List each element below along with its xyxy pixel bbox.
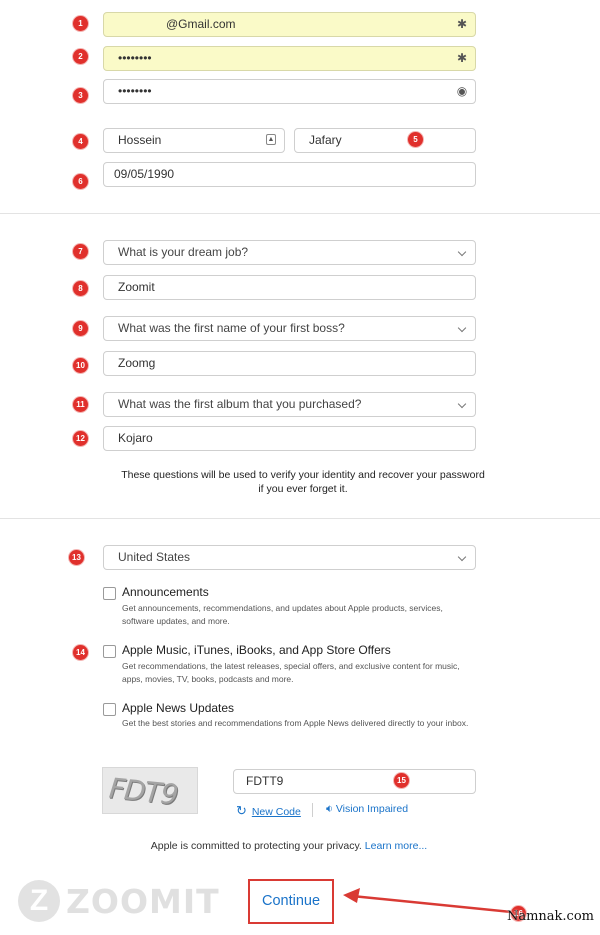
badge-11: 11 <box>73 397 88 412</box>
chevron-down-icon <box>457 399 467 409</box>
badge-5: 5 <box>408 132 423 147</box>
first-name-field[interactable]: Hossein ▲ <box>103 128 285 153</box>
security-question-1-select[interactable]: What is your dream job? <box>103 240 476 265</box>
chevron-down-icon <box>457 247 467 257</box>
subscription-desc: Get recommendations, the latest releases… <box>122 661 460 684</box>
new-code-label: New Code <box>251 806 301 818</box>
captcha-text: FDT9 <box>107 771 180 812</box>
security-question-3: What was the first album that you purcha… <box>118 397 362 411</box>
announcements-checkbox[interactable] <box>103 587 116 600</box>
badge-14: 14 <box>73 645 88 660</box>
security-question-2: What was the first name of your first bo… <box>118 321 345 335</box>
subscription-title: Announcements <box>122 585 209 599</box>
badge-7: 7 <box>73 244 88 259</box>
contact-card-icon: ▲ <box>266 134 276 145</box>
subscription-desc: Get the best stories and recommendations… <box>122 718 469 728</box>
badge-1: 1 <box>73 16 88 31</box>
security-answer-2: Zoomg <box>118 356 156 370</box>
privacy-text: Apple is committed to protecting your pr… <box>150 840 362 852</box>
news-updates-checkbox[interactable] <box>103 703 116 716</box>
continue-button[interactable]: Continue <box>248 879 334 924</box>
country-select[interactable]: United States <box>103 545 476 570</box>
eye-icon[interactable]: ◉ <box>455 84 469 98</box>
captcha-value: FDTT9 <box>246 774 284 788</box>
music-offers-checkbox[interactable] <box>103 645 116 658</box>
badge-13: 13 <box>69 550 84 565</box>
badge-4: 4 <box>73 134 88 149</box>
first-name-value: Hossein <box>118 133 162 147</box>
badge-15: 15 <box>394 773 409 788</box>
logo-word: ZOOMIT <box>66 882 220 921</box>
vision-impaired-button[interactable]: 🔉︎ Vision Impaired <box>326 803 408 816</box>
learn-more-link[interactable]: Learn more... <box>365 840 427 852</box>
birthday-field[interactable]: 09/05/1990 <box>103 162 476 187</box>
last-name-field[interactable]: Jafary <box>294 128 476 153</box>
password-value: •••••••• <box>118 51 152 65</box>
logo-mark: Z <box>18 880 60 922</box>
confirm-password-field[interactable]: •••••••• ◉ <box>103 79 476 104</box>
security-answer-2-field[interactable]: Zoomg <box>103 351 476 376</box>
subscription-desc: Get announcements, recommendations, and … <box>122 603 443 626</box>
section-divider <box>0 213 600 214</box>
badge-3: 3 <box>73 88 88 103</box>
security-answer-1: Zoomit <box>118 280 155 294</box>
badge-8: 8 <box>73 281 88 296</box>
security-question-1: What is your dream job? <box>118 245 249 259</box>
namnak-watermark: Namnak.com <box>506 909 594 924</box>
birthday-value: 09/05/1990 <box>114 167 175 181</box>
asterisk-icon: ✱ <box>456 17 468 31</box>
speaker-icon: 🔉︎ <box>326 803 333 815</box>
security-answer-3: Kojaro <box>118 431 153 445</box>
subscription-title: Apple Music, iTunes, iBooks, and App Sto… <box>122 643 391 657</box>
refresh-icon: ↻ <box>236 803 247 818</box>
subscription-title: Apple News Updates <box>122 701 235 715</box>
security-question-3-select[interactable]: What was the first album that you purcha… <box>103 392 476 417</box>
new-code-button[interactable]: ↻ New Code <box>236 803 301 819</box>
password-field[interactable]: •••••••• ✱ <box>103 46 476 71</box>
badge-9: 9 <box>73 321 88 336</box>
badge-12: 12 <box>73 431 88 446</box>
section-divider <box>0 518 600 519</box>
badge-2: 2 <box>73 49 88 64</box>
asterisk-icon: ✱ <box>456 51 468 65</box>
security-answer-1-field[interactable]: Zoomit <box>103 275 476 300</box>
vision-impaired-label: Vision Impaired <box>335 803 409 815</box>
captcha-input[interactable]: FDTT9 <box>233 769 476 794</box>
badge-10: 10 <box>73 358 88 373</box>
chevron-down-icon <box>457 323 467 333</box>
badge-6: 6 <box>73 174 88 189</box>
email-field[interactable]: @Gmail.com ✱ <box>103 12 476 37</box>
email-value: @Gmail.com <box>166 17 236 31</box>
captcha-image: FDT9 <box>102 767 198 814</box>
chevron-down-icon <box>457 552 467 562</box>
country-value: United States <box>118 550 191 564</box>
captcha-divider <box>312 803 313 817</box>
privacy-statement: Apple is committed to protecting your pr… <box>0 840 578 852</box>
last-name-value: Jafary <box>309 133 342 147</box>
security-question-2-select[interactable]: What was the first name of your first bo… <box>103 316 476 341</box>
confirm-password-value: •••••••• <box>118 84 152 98</box>
zoomit-logo: Z ZOOMIT <box>18 880 219 922</box>
security-note: These questions will be used to verify y… <box>121 469 485 495</box>
security-answer-3-field[interactable]: Kojaro <box>103 426 476 451</box>
